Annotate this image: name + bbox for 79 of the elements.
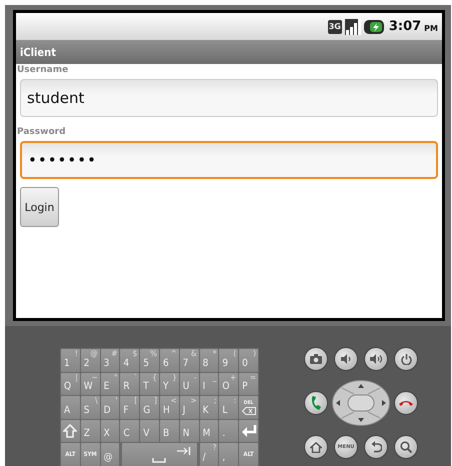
keyboard-key[interactable]: U -	[180, 372, 199, 395]
shift-arrow-icon	[63, 424, 78, 438]
keyboard-key[interactable]: N	[180, 420, 199, 442]
keyboard-key[interactable]: V	[140, 420, 159, 442]
speaker-icon	[341, 354, 351, 364]
clock-time: 3:07	[388, 19, 422, 34]
keyboard-key[interactable]: D '	[100, 396, 120, 418]
input-field[interactable]: student	[20, 79, 438, 117]
login-button[interactable]: Login	[20, 187, 59, 227]
keyboard-key[interactable]: Y }	[160, 372, 179, 395]
enter-key[interactable]	[239, 420, 258, 442]
speaker-loud-icon	[370, 354, 382, 364]
keyboard-key[interactable]: R `	[120, 372, 140, 395]
keyboard-key[interactable]: 3 #	[100, 349, 120, 372]
back-arrow-icon	[370, 441, 382, 453]
house-icon	[310, 442, 322, 452]
keyboard-key[interactable]: P =	[239, 372, 258, 395]
keyboard-key[interactable]: J >	[180, 396, 199, 418]
keyboard-key[interactable]: X	[100, 420, 120, 442]
camera-button[interactable]	[304, 347, 328, 371]
search-button[interactable]	[394, 435, 418, 459]
keyboard-key[interactable]: S \	[80, 396, 100, 418]
keyboard-key[interactable]: K ;	[200, 396, 218, 418]
phone-hangup-icon	[399, 400, 413, 406]
camera-icon	[310, 354, 322, 364]
keyboard-key[interactable]: L :	[219, 396, 238, 418]
keyboard-key[interactable]: 6 ^	[160, 349, 179, 372]
power-icon	[400, 354, 412, 364]
shift-key[interactable]	[61, 420, 80, 442]
keyboard-key[interactable]: ,	[219, 443, 238, 466]
keyboard-key[interactable]: .	[219, 420, 238, 442]
keyboard-key[interactable]: Z	[80, 420, 100, 442]
directional-pad[interactable]	[332, 380, 390, 426]
search-icon	[400, 441, 412, 453]
home-button[interactable]	[304, 435, 328, 459]
keyboard-key[interactable]: G ]	[140, 396, 159, 418]
clock-period: PM	[424, 24, 438, 32]
space-bar-icon	[152, 458, 166, 462]
network-type-icon: 3G	[328, 20, 342, 34]
volume-up-button[interactable]	[364, 347, 388, 371]
tab-arrow-icon	[177, 447, 192, 455]
keyboard-key[interactable]: I _	[200, 372, 218, 395]
volume-down-button[interactable]	[334, 347, 358, 371]
keyboard-key[interactable]: 5 %	[140, 349, 159, 372]
keyboard-key[interactable]: @	[100, 443, 120, 466]
keyboard-key[interactable]: 4 $	[120, 349, 140, 372]
keyboard-key[interactable]: 1 !	[61, 349, 80, 372]
back-button[interactable]	[364, 435, 388, 459]
keyboard-key[interactable]: E "	[100, 372, 120, 395]
end-call-button[interactable]	[394, 391, 418, 415]
dpad-drawing	[332, 380, 390, 426]
keyboard-key[interactable]: 0 )	[239, 349, 258, 372]
call-button[interactable]	[304, 391, 328, 415]
keyboard-key[interactable]: W ~	[80, 372, 100, 395]
keyboard-key[interactable]: M	[200, 420, 218, 442]
keyboard-key[interactable]: B	[160, 420, 179, 442]
keyboard-key[interactable]: 2 @	[80, 349, 100, 372]
power-button[interactable]	[394, 347, 418, 371]
keyboard-key[interactable]: T {	[140, 372, 159, 395]
keyboard-key[interactable]: H <	[160, 396, 179, 418]
keyboard-key[interactable]: 8 *	[200, 349, 218, 372]
space-key[interactable]	[122, 443, 198, 466]
keyboard-key[interactable]: 9 (	[219, 349, 238, 372]
field-label: Username	[17, 65, 68, 76]
battery-charging-icon	[364, 20, 384, 34]
app-title: iClient	[20, 46, 56, 58]
keyboard-key[interactable]: Q |	[61, 372, 80, 395]
backspace-icon	[242, 406, 256, 415]
phone-handset-icon	[311, 396, 321, 410]
keyboard-key[interactable]: C	[120, 420, 140, 442]
keyboard-key[interactable]: 7 &	[180, 349, 199, 372]
signal-icon	[344, 18, 361, 34]
keyboard-key[interactable]: A	[61, 396, 80, 418]
keyboard-key[interactable]: O +	[219, 372, 238, 395]
input-field[interactable]: •••••••	[20, 141, 438, 179]
keyboard-key[interactable]: F [	[120, 396, 140, 418]
enter-arrow-icon	[240, 424, 257, 437]
keyboard-key[interactable]: / ?	[200, 443, 218, 466]
field-label: Password	[17, 127, 66, 138]
